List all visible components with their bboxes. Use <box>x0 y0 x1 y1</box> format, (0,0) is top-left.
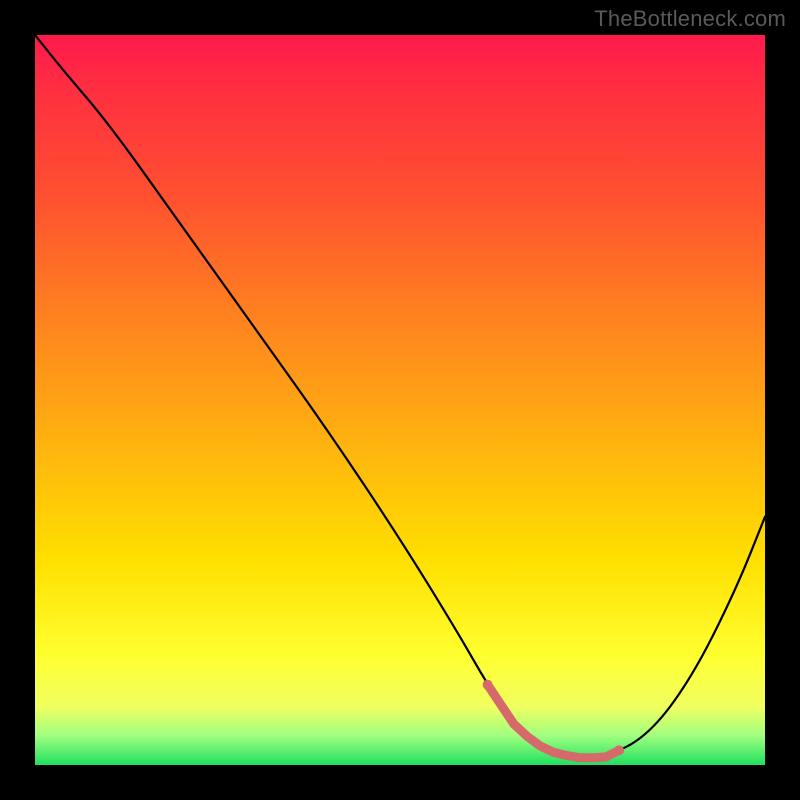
bottleneck-curve <box>35 35 765 765</box>
plot-area <box>35 35 765 765</box>
watermark-text: TheBottleneck.com <box>594 6 786 32</box>
chart-frame: TheBottleneck.com <box>0 0 800 800</box>
